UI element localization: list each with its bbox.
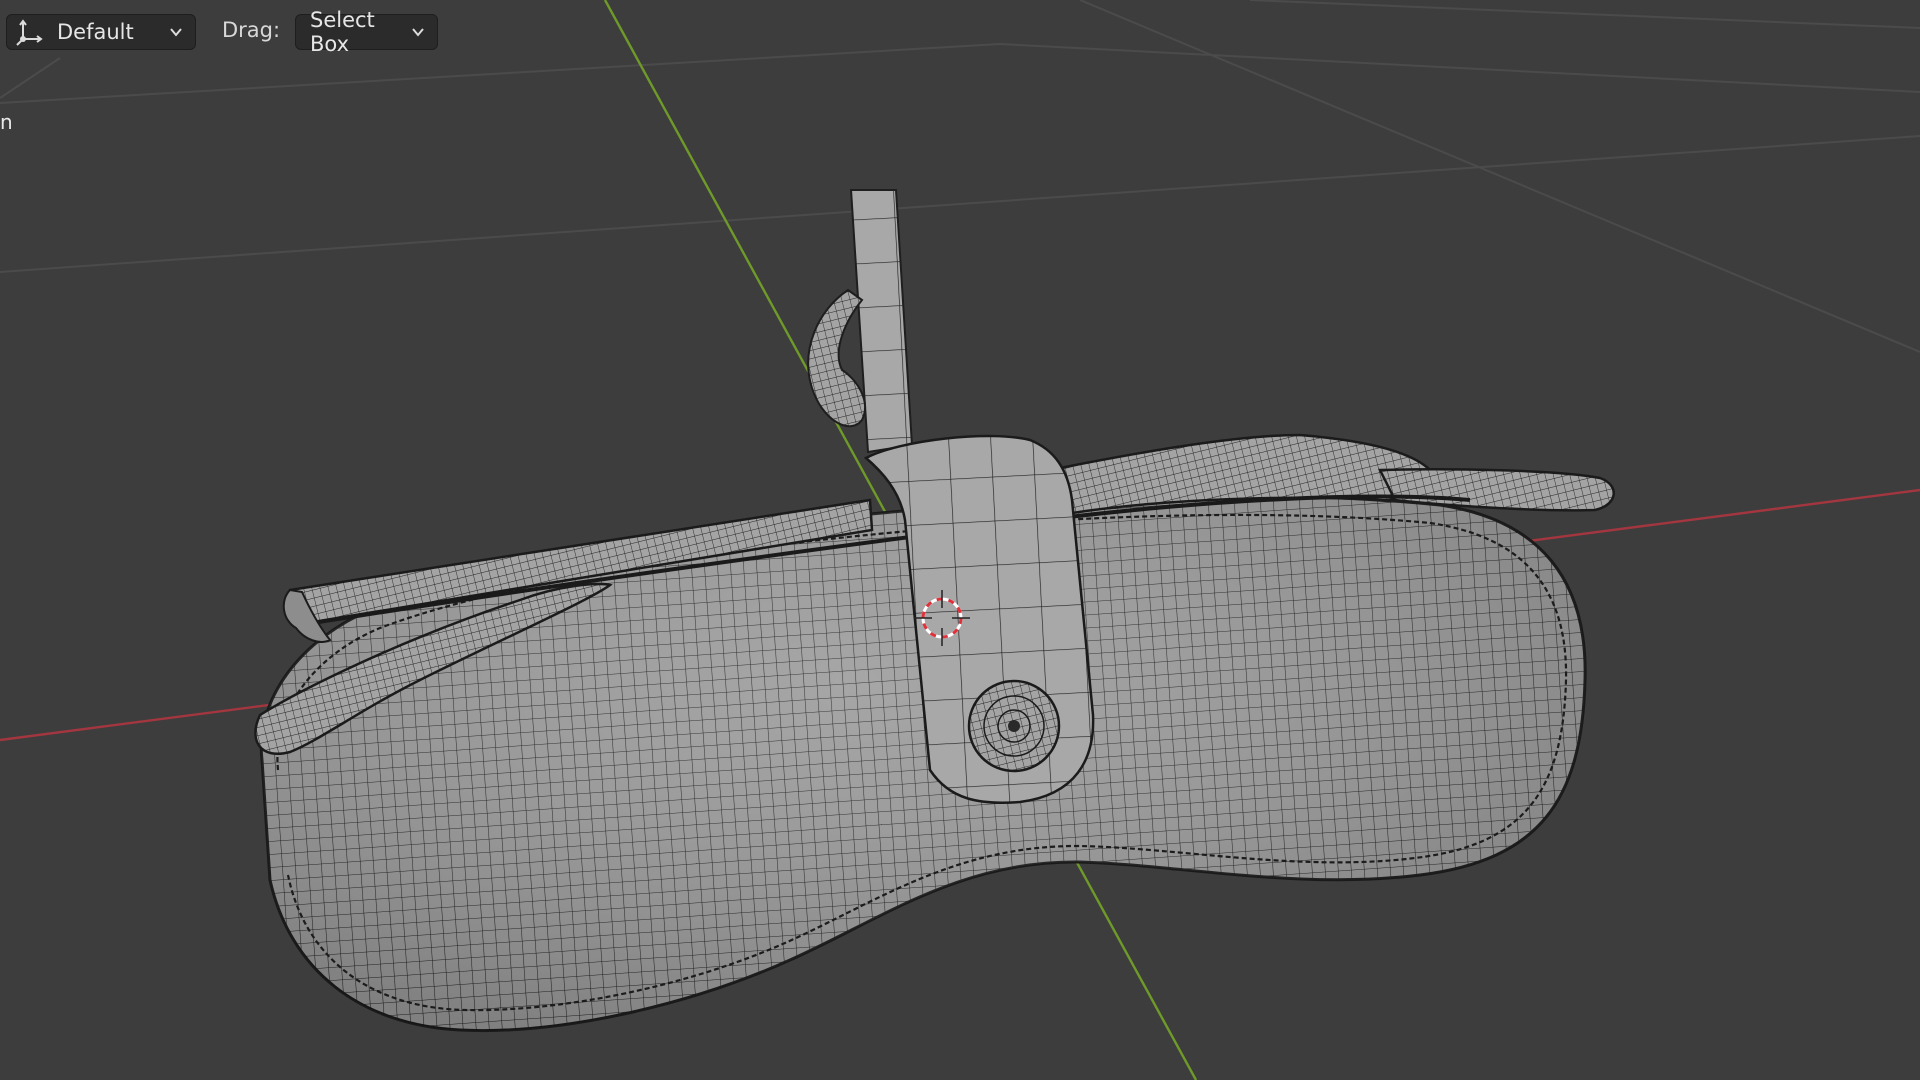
transform-orientation-icon [13, 16, 47, 48]
drag-select-mode-dropdown[interactable]: Select Box [295, 8, 438, 56]
orientation-label: Default [57, 20, 134, 44]
viewport-scene[interactable] [0, 0, 1920, 1080]
chevron-down-icon [407, 21, 429, 43]
chevron-down-icon [165, 21, 187, 43]
clasp [807, 288, 867, 428]
viewport-info-text: n [0, 110, 13, 134]
snap-button [967, 679, 1061, 773]
glasses-case-mesh[interactable] [254, 189, 1615, 1033]
3d-viewport[interactable]: Default Drag: Select Box n [0, 0, 1920, 1080]
select-mode-label: Select Box [310, 8, 375, 56]
drag-label: Drag: [222, 18, 281, 42]
transform-orientation-dropdown[interactable]: Default [6, 14, 196, 50]
floor-grid [0, 0, 1920, 353]
